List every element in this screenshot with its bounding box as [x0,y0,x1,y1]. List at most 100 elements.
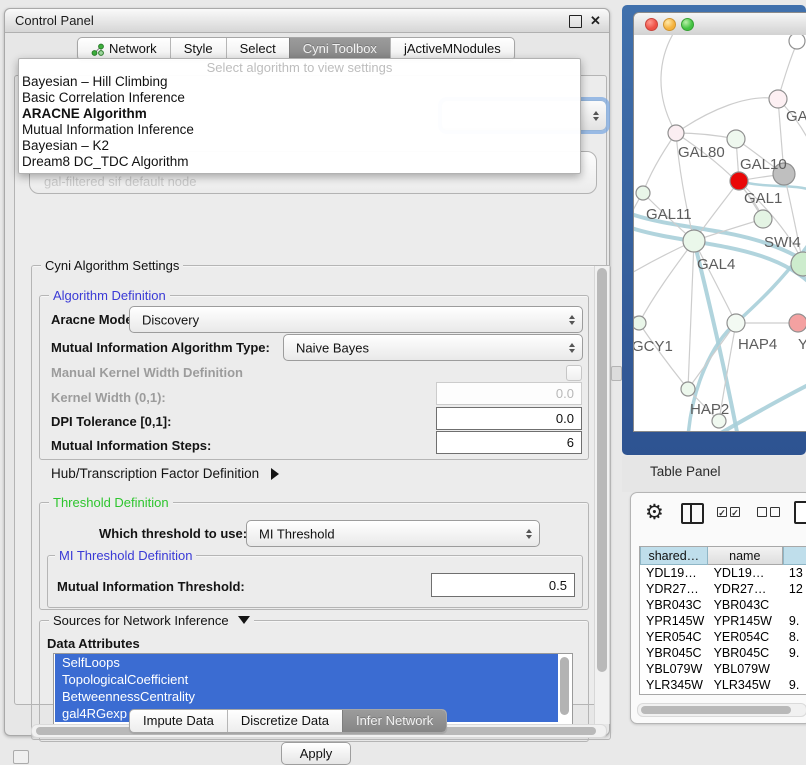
select-all-icon[interactable]: ✓ [730,507,740,517]
network-node[interactable] [681,382,695,396]
table-cell[interactable]: YBL079W [640,661,708,677]
table-row[interactable]: YDL19…YDL19…13 [640,565,806,581]
tab-discretize-data[interactable]: Discretize Data [227,710,342,732]
panel-divider-grip[interactable] [611,366,622,381]
tab-impute-data[interactable]: Impute Data [130,710,227,732]
table-cell[interactable]: YPR145W [708,613,783,629]
table-cell[interactable] [783,661,806,677]
table-cell[interactable] [783,597,806,613]
network-node[interactable] [789,35,805,49]
gear-icon[interactable]: ⚙ [645,500,664,525]
file-icon[interactable] [794,501,806,524]
attribute-item-betweennesscentrality[interactable]: BetweennessCentrality [55,688,558,705]
float-window-icon[interactable] [569,15,582,28]
table-row[interactable]: YPR145WYPR145W9. [640,613,806,629]
algorithm-option-mutual-information-inference[interactable]: Mutual Information Inference [19,122,580,138]
table-cell[interactable]: 9 [783,693,806,695]
network-edge[interactable] [694,241,736,323]
tab-select[interactable]: Select [226,38,289,60]
settings-vertical-scrollbar[interactable] [594,266,610,724]
column-header-shared[interactable]: shared… [640,547,708,565]
close-icon[interactable]: ✕ [590,15,601,26]
tab-network[interactable]: Network [78,38,170,60]
close-traffic-light-icon[interactable] [645,18,658,31]
table-cell[interactable]: 9. [783,613,806,629]
table-cell[interactable]: 8. [783,629,806,645]
table-cell[interactable]: 9. [783,645,806,661]
column-view-icon[interactable] [681,503,704,524]
network-node[interactable] [769,90,787,108]
table-cell[interactable]: YIL052C [640,693,708,695]
network-node[interactable] [730,172,748,190]
network-edge[interactable] [634,193,643,323]
kernel-width-field[interactable]: 0.0 [436,382,582,405]
attribute-item-topologicalcoefficient[interactable]: TopologicalCoefficient [55,671,558,688]
tab-style[interactable]: Style [170,38,226,60]
table-cell[interactable]: YDL19… [708,565,783,581]
select-all-icon[interactable]: ✓ [717,507,727,517]
algorithm-option-basic-correlation-inference[interactable]: Basic Correlation Inference [19,90,580,106]
tab-infer-network[interactable]: Infer Network [342,710,446,732]
tab-cyni-toolbox[interactable]: Cyni Toolbox [289,38,390,60]
network-node[interactable] [636,186,650,200]
table-cell[interactable]: YBR045C [708,645,783,661]
network-edge[interactable] [639,323,688,389]
table-horizontal-scrollbar[interactable] [637,703,806,717]
algorithm-option-aracne-algorithm[interactable]: ARACNE Algorithm [19,106,580,122]
manual-kernel-width-checkbox[interactable] [566,365,582,381]
algorithm-option-bayesian-hill-climbing[interactable]: Bayesian – Hill Climbing [19,74,580,90]
network-node[interactable] [754,210,772,228]
algorithm-option-bayesian-k2[interactable]: Bayesian – K2 [19,138,580,154]
table-row[interactable]: YDR27…YDR27…12 [640,581,806,597]
table-cell[interactable]: 9. [783,677,806,693]
table-hscroll-thumb[interactable] [641,706,791,714]
network-node[interactable] [789,314,806,332]
table-cell[interactable]: YDR27… [640,581,708,597]
mi-threshold-field[interactable]: 0.5 [431,573,575,597]
table-row[interactable]: YLR345WYLR345W9. [640,677,806,693]
table-cell[interactable]: YLR345W [640,677,708,693]
table-cell[interactable]: YPR145W [640,613,708,629]
column-header-hidden[interactable] [783,547,806,565]
network-canvas[interactable]: GALGAL80GAL10GAL1GAL11SWI4GAL4GCY1HAP4YH… [634,35,806,431]
table-cell[interactable]: YDL19… [640,565,708,581]
sources-group-title[interactable]: Sources for Network Inference [49,613,254,628]
list-vscroll-thumb[interactable] [560,657,569,715]
table-row[interactable]: YBR043CYBR043C [640,597,806,613]
network-node[interactable] [727,130,745,148]
table-cell[interactable]: YBR045C [640,645,708,661]
deselect-all-icon[interactable] [757,507,767,517]
table-cell[interactable]: YER054C [640,629,708,645]
zoom-traffic-light-icon[interactable] [681,18,694,31]
aracne-mode-combo[interactable]: Discovery [129,306,583,333]
table-row[interactable]: YBR045CYBR045C9. [640,645,806,661]
network-edge[interactable] [676,98,778,133]
dpi-tolerance-field[interactable]: 0.0 [436,407,582,430]
which-threshold-combo[interactable]: MI Threshold [246,520,540,547]
tab-jactivemnodules[interactable]: jActiveMNodules [390,38,514,60]
table-row[interactable]: YBL079WYBL079W [640,661,806,677]
table-cell[interactable]: YBR043C [640,597,708,613]
network-node[interactable] [727,314,745,332]
network-edge[interactable] [688,241,694,389]
table-cell[interactable]: YLR345W [708,677,783,693]
network-edge[interactable] [643,133,676,193]
mi-steps-field[interactable]: 6 [436,431,582,454]
algorithm-option-dream8-dc-tdc-algorithm[interactable]: Dream8 DC_TDC Algorithm [19,154,580,170]
table-row[interactable]: YIL052CYIL052C9 [640,693,806,695]
network-edge[interactable] [639,241,694,323]
network-edge[interactable] [688,323,736,389]
minimize-traffic-light-icon[interactable] [663,18,676,31]
table-row[interactable]: YER054CYER054C8. [640,629,806,645]
mi-algorithm-type-combo[interactable]: Naive Bayes [283,334,583,361]
network-node[interactable] [668,125,684,141]
table-cell[interactable]: 13 [783,565,806,581]
network-node[interactable] [634,316,646,330]
deselect-all-icon[interactable] [770,507,780,517]
table-cell[interactable]: YIL052C [708,693,783,695]
table-cell[interactable]: YER054C [708,629,783,645]
settings-vscroll-thumb[interactable] [597,268,607,672]
attribute-item-selfloops[interactable]: SelfLoops [55,654,558,671]
network-node[interactable] [683,230,705,252]
network-edge[interactable] [661,35,676,133]
